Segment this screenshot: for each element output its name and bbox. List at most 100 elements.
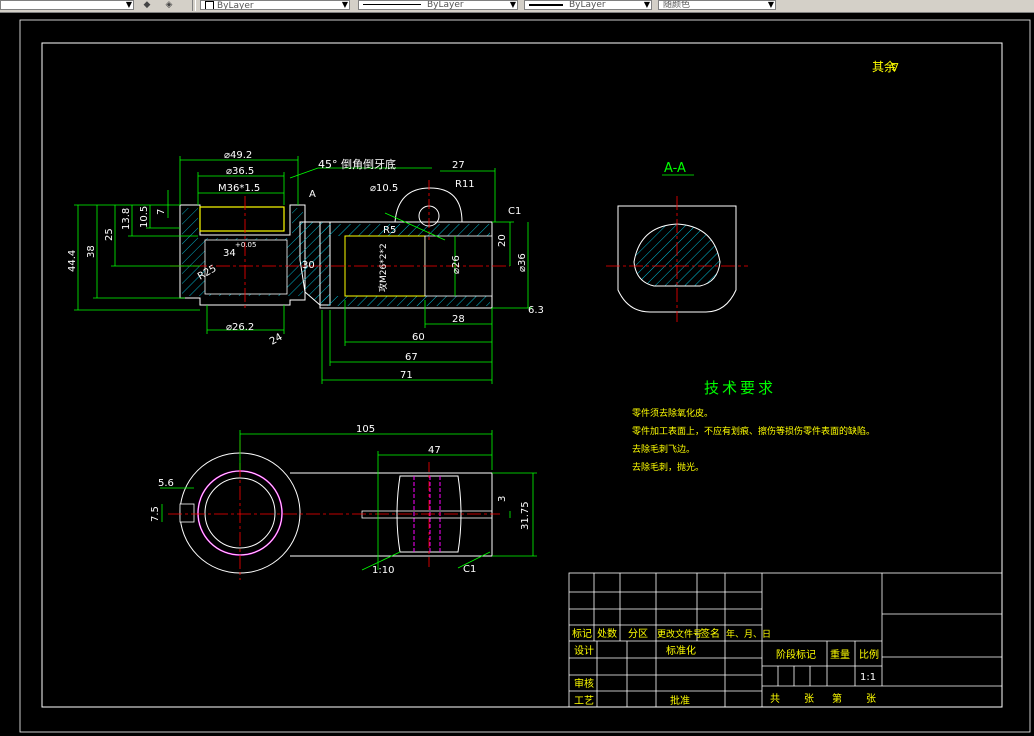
lineweight-sample-icon bbox=[529, 3, 563, 6]
tech-item-3: 去除毛刺飞边。 bbox=[632, 443, 695, 455]
front-section-view bbox=[170, 180, 510, 310]
thread-cavity bbox=[199, 206, 285, 232]
tech-item-1: 零件须去除氧化皮。 bbox=[632, 407, 713, 419]
tech-title: 技术要求 bbox=[704, 379, 776, 397]
chevron-down-icon: ▼ bbox=[643, 0, 650, 9]
tb-count: 处数 bbox=[597, 627, 617, 640]
dim-67: 67 bbox=[405, 352, 418, 363]
tech-item-4: 去除毛刺，抛光。 bbox=[632, 461, 704, 473]
dim-d26-2: ⌀26.2 bbox=[226, 322, 254, 333]
chamfer-note: 45° 倒角倒牙底 bbox=[318, 157, 396, 171]
layer-manager-icon[interactable]: ◆ bbox=[140, 0, 154, 10]
tb-approve: 批准 bbox=[670, 694, 690, 707]
drawing-canvas[interactable]: 其余 ∇ ⌀49.2 ⌀36.5 M36*1.5 45° 倒角倒牙底 A 27 … bbox=[0, 13, 1034, 736]
linetype-control-combo[interactable]: ByLayer ▼ bbox=[358, 0, 518, 10]
top-view-dimensions bbox=[160, 430, 537, 571]
top-view bbox=[168, 440, 500, 580]
dim-47: 47 bbox=[428, 445, 441, 456]
dim-r11: R11 bbox=[455, 179, 475, 190]
dim-6-3: 6.3 bbox=[528, 305, 544, 316]
dim-3: 3 bbox=[497, 496, 508, 502]
dim-c1-top: C1 bbox=[508, 206, 521, 217]
tech-item-2: 零件加工表面上，不应有划痕、擦伤等损伤零件表面的缺陷。 bbox=[632, 425, 875, 437]
section-aa-view: A-A bbox=[606, 161, 748, 322]
linetype-combo-value: ByLayer bbox=[427, 0, 464, 10]
right-housing-hatch-top bbox=[322, 224, 490, 236]
dim-5-6: 5.6 bbox=[158, 478, 174, 489]
dim-taper: 1:10 bbox=[372, 565, 394, 576]
sheet-border bbox=[19, 19, 1031, 733]
section-mark-a: A bbox=[309, 189, 316, 200]
dim-27: 27 bbox=[452, 160, 465, 171]
tb-design: 设计 bbox=[574, 644, 594, 657]
dim-7-5: 7.5 bbox=[150, 506, 161, 522]
dim-60: 60 bbox=[412, 332, 425, 343]
dim-25: 25 bbox=[104, 228, 115, 241]
properties-toolbar: ▼ ◆ ◈ ByLayer ▼ ByLayer ▼ ByLayer ▼ 随颜色 … bbox=[0, 0, 1034, 13]
layer-states-icon[interactable]: ◈ bbox=[162, 0, 176, 10]
tb-sign: 签名 bbox=[700, 627, 720, 640]
prev-combo-tail[interactable]: ▼ bbox=[0, 0, 134, 10]
dim-38: 38 bbox=[86, 245, 97, 258]
dim-13-8: 13.8 bbox=[121, 208, 132, 230]
dim-d26: ⌀26 bbox=[451, 255, 462, 274]
top-lug bbox=[394, 187, 463, 223]
tb-scale: 比例 bbox=[859, 648, 879, 661]
color-control-combo[interactable]: ByLayer ▼ bbox=[200, 0, 350, 10]
plotstyle-control-combo[interactable]: 随颜色 ▼ bbox=[658, 0, 776, 10]
tb-zone: 分区 bbox=[628, 628, 648, 640]
drawing-frame bbox=[41, 42, 1003, 708]
dim-34: 34 bbox=[223, 248, 236, 259]
title-block bbox=[568, 572, 1003, 708]
dim-31-75: 31.75 bbox=[520, 501, 531, 530]
plotstyle-combo-value: 随颜色 bbox=[663, 0, 691, 10]
dim-c1-bottom: C1 bbox=[463, 564, 476, 575]
tb-date: 年、月、日 bbox=[726, 628, 771, 640]
dim-m36: M36*1.5 bbox=[218, 183, 260, 194]
dim-d49-2: ⌀49.2 bbox=[224, 150, 252, 161]
tb-weight: 重量 bbox=[830, 648, 850, 661]
tb-process: 工艺 bbox=[574, 695, 594, 707]
tb-doc: 更改文件号 bbox=[657, 628, 702, 640]
dim-30: 30 bbox=[302, 260, 315, 271]
chevron-down-icon: ▼ bbox=[767, 0, 774, 9]
toolbar-separator bbox=[192, 0, 196, 11]
tb-sheet-no: 第 bbox=[832, 692, 842, 705]
dim-105: 105 bbox=[356, 424, 375, 435]
tb-review: 审核 bbox=[574, 677, 594, 690]
thread-note: 攻M26*2*2 bbox=[377, 243, 389, 292]
tb-total: 共 bbox=[770, 693, 780, 705]
top-view-slot bbox=[361, 510, 493, 519]
tb-sheets-2: 张 bbox=[866, 693, 876, 705]
color-swatch-icon bbox=[205, 1, 214, 9]
title-block-text: 标记 处数 分区 更改文件号 签名 年、月、日 设计 标准化 审核 工艺 批准 … bbox=[572, 627, 879, 707]
chevron-down-icon: ▼ bbox=[341, 0, 348, 9]
dim-7: 7 bbox=[156, 209, 167, 215]
dim-d10-5: ⌀10.5 bbox=[370, 183, 398, 194]
tb-stage: 阶段标记 bbox=[776, 648, 816, 661]
dim-tolerance: +0.05 bbox=[235, 241, 256, 249]
tb-scale-value: 1:1 bbox=[860, 672, 876, 683]
color-combo-value: ByLayer bbox=[217, 1, 254, 10]
dim-71: 71 bbox=[400, 370, 413, 381]
dim-20: 20 bbox=[497, 234, 508, 247]
dim-10-5: 10.5 bbox=[139, 206, 150, 228]
chevron-down-icon: ▼ bbox=[125, 0, 132, 9]
technical-requirements: 技术要求 零件须去除氧化皮。 零件加工表面上，不应有划痕、擦伤等损伤零件表面的缺… bbox=[632, 379, 875, 473]
dim-24: 24 bbox=[268, 332, 285, 348]
right-housing-hatch-bottom bbox=[322, 296, 490, 306]
dim-r5: R5 bbox=[383, 225, 396, 236]
lineweight-control-combo[interactable]: ByLayer ▼ bbox=[524, 0, 652, 10]
tb-mark: 标记 bbox=[572, 628, 592, 640]
dim-d36: ⌀36 bbox=[517, 253, 528, 272]
lineweight-combo-value: ByLayer bbox=[569, 0, 606, 10]
section-title: A-A bbox=[664, 161, 686, 176]
dim-28: 28 bbox=[452, 314, 465, 325]
tb-standard: 标准化 bbox=[666, 644, 696, 657]
dim-d36-5: ⌀36.5 bbox=[226, 166, 254, 177]
chevron-down-icon: ▼ bbox=[509, 0, 516, 9]
dim-44-4: 44.4 bbox=[67, 250, 78, 272]
top-view-key-slot bbox=[179, 503, 195, 523]
top-view-arm bbox=[290, 472, 493, 557]
linetype-sample-icon bbox=[363, 4, 421, 5]
